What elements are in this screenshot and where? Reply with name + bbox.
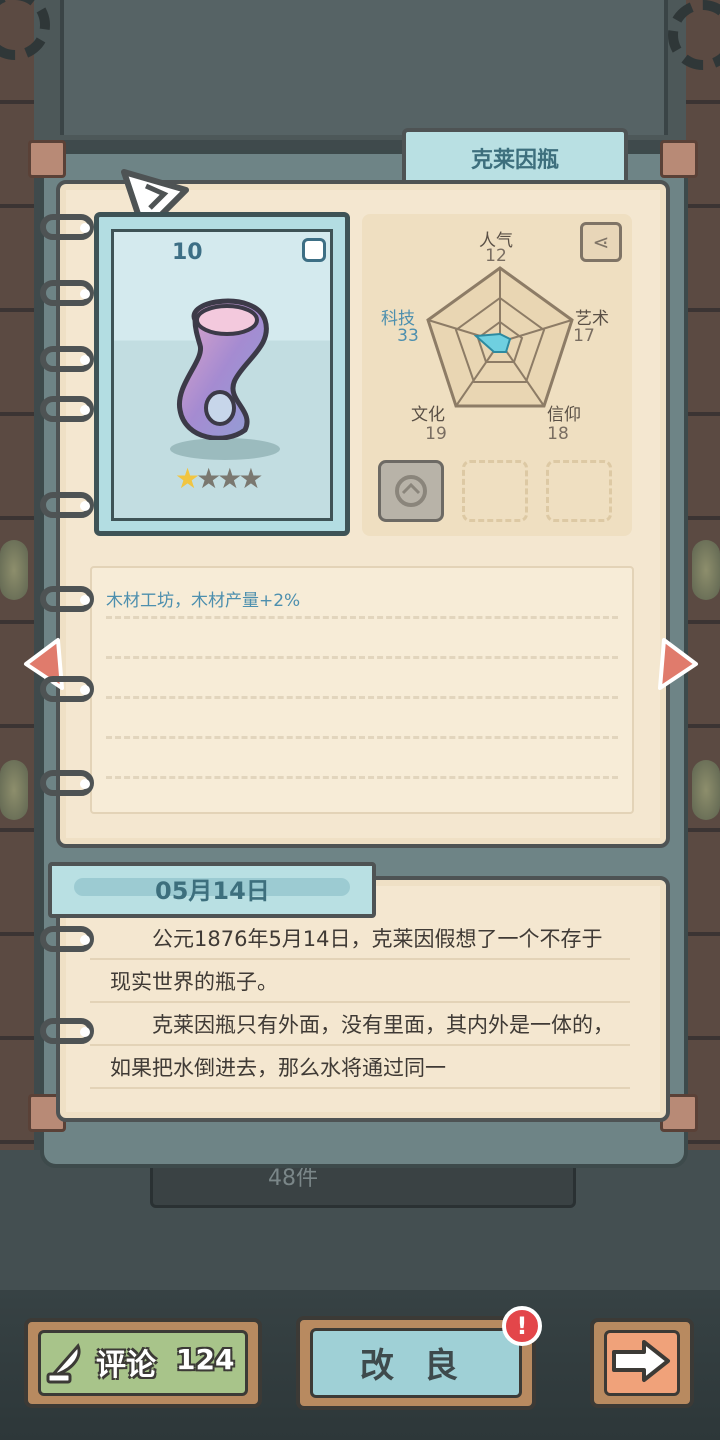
quill-icon [46, 1343, 81, 1384]
stat-technology-value: 33 [397, 326, 419, 346]
binder-ring [40, 1018, 94, 1044]
share-icon: ⋖ [592, 230, 610, 254]
lamp-icon [0, 540, 28, 600]
stat-faith-label: 信仰 [547, 405, 581, 425]
binder-ring [40, 280, 94, 306]
star-empty-icon: ★ [238, 462, 263, 495]
improve-label: 改良 [360, 1346, 488, 1386]
diary-paragraph-1: 公元1876年5月14日，克莱因假想了一个不存于现实世界的瓶子。 [110, 927, 603, 994]
diary-paragraph-2: 克莱因瓶只有外面，没有里面，其内外是一体的，如果把水倒进去，那么水将通过同一 [110, 1013, 614, 1080]
puzzle-icon [302, 238, 326, 262]
equip-slot-2[interactable] [462, 460, 528, 522]
comment-label: 评论 [96, 1348, 156, 1383]
wreath-icon [395, 475, 427, 507]
notification-badge: ! [502, 1306, 542, 1346]
star-filled-icon: ★ [175, 462, 200, 495]
background-window [60, 0, 668, 135]
binder-ring [40, 346, 94, 372]
item-shadow [170, 438, 280, 460]
diary-date: 05月14日 [155, 877, 270, 905]
arrow-right-icon [612, 1340, 670, 1382]
star-empty-icon: ★ [196, 462, 221, 495]
lamp-icon [692, 540, 720, 600]
binder-ring [40, 492, 94, 518]
stat-popularity-value: 12 [485, 246, 507, 266]
stat-faith-value: 18 [547, 424, 569, 444]
stat-culture-label: 文化 [411, 405, 445, 425]
diary-text[interactable]: 公元1876年5月14日，克莱因假想了一个不存于现实世界的瓶子。 克莱因瓶只有外… [110, 918, 618, 1090]
stat-culture-value: 19 [425, 424, 447, 444]
item-name-tab: 克莱因瓶 [402, 128, 628, 188]
binder-ring [40, 214, 94, 240]
binder-ring [40, 770, 94, 796]
star-empty-icon: ★ [217, 462, 242, 495]
star-rating: ★★★★ [175, 462, 263, 495]
lamp-icon [692, 760, 720, 820]
equip-slot-3[interactable] [546, 460, 612, 522]
klein-bottle-image [177, 298, 269, 440]
corner-bracket [28, 140, 66, 178]
share-button[interactable]: ⋖ [580, 222, 622, 262]
effect-text: 木材工坊，木材产量+2% [106, 591, 301, 611]
corner-bracket [660, 140, 698, 178]
puzzle-count: 10 [172, 240, 203, 265]
lamp-icon [0, 760, 28, 820]
comment-count: 124 [176, 1343, 235, 1376]
stat-art-value: 17 [573, 326, 595, 346]
binder-ring [40, 676, 94, 702]
binder-ring [40, 586, 94, 612]
binder-ring [40, 926, 94, 952]
arrow-right-icon[interactable] [656, 634, 700, 694]
binder-ring [40, 396, 94, 422]
equip-slot-1[interactable] [378, 460, 444, 522]
